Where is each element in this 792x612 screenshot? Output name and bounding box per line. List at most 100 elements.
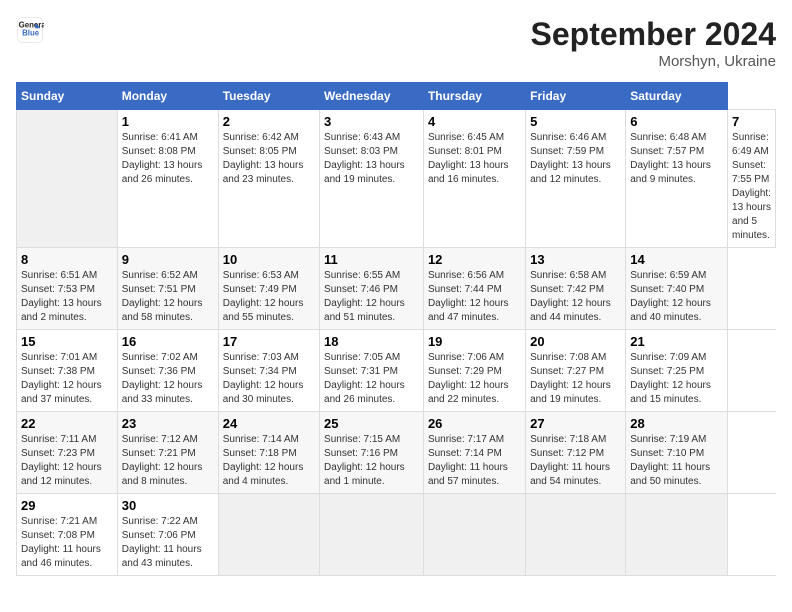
calendar-day-cell: 19 Sunrise: 7:06 AMSunset: 7:29 PMDayligh… [423, 330, 525, 412]
day-number: 9 [122, 252, 214, 267]
calendar-day-cell: 5Sunrise: 6:46 AMSunset: 7:59 PMDaylight… [526, 110, 626, 248]
calendar-week-row: 8 Sunrise: 6:51 AMSunset: 7:53 PMDaylight… [17, 248, 776, 330]
day-number: 2 [223, 114, 315, 129]
calendar-week-row: 1 Sunrise: 6:41 AMSunset: 8:08 PMDaylight… [17, 110, 776, 248]
calendar-day-cell [626, 494, 728, 576]
day-info: Sunrise: 6:53 AMSunset: 7:49 PMDaylight:… [223, 269, 315, 325]
page-header: General Blue September 2024 Morshyn, Ukr… [16, 16, 776, 70]
day-info: Sunrise: 6:42 AMSunset: 8:05 PMDaylight:… [223, 131, 315, 187]
calendar-day-cell: 13 Sunrise: 6:58 AMSunset: 7:42 PMDayligh… [526, 248, 626, 330]
calendar-day-cell: 6 Sunrise: 6:48 AMSunset: 7:57 PMDaylight… [626, 110, 728, 248]
calendar-day-cell: 27 Sunrise: 7:18 AMSunset: 7:12 PMDayligh… [526, 412, 626, 494]
day-info: Sunrise: 6:55 AMSunset: 7:46 PMDaylight:… [324, 269, 419, 325]
logo: General Blue [16, 16, 44, 44]
calendar-day-cell: 14Sunrise: 6:59 AMSunset: 7:40 PMDayligh… [626, 248, 728, 330]
title-block: September 2024 Morshyn, Ukraine [531, 16, 776, 70]
day-info: Sunrise: 6:51 AMSunset: 7:53 PMDaylight:… [21, 269, 113, 325]
calendar-day-cell [218, 494, 319, 576]
day-number: 13 [530, 252, 621, 267]
day-number: 18 [324, 334, 419, 349]
day-info: Sunrise: 6:56 AMSunset: 7:44 PMDaylight:… [428, 269, 521, 325]
calendar-day-cell: 25Sunrise: 7:15 AMSunset: 7:16 PMDayligh… [320, 412, 424, 494]
calendar-week-row: 22Sunrise: 7:11 AMSunset: 7:23 PMDayligh… [17, 412, 776, 494]
day-number: 16 [122, 334, 214, 349]
day-number: 23 [122, 416, 214, 431]
calendar-week-row: 15 Sunrise: 7:01 AMSunset: 7:38 PMDayligh… [17, 330, 776, 412]
calendar-day-cell [320, 494, 424, 576]
day-info: Sunrise: 6:49 AMSunset: 7:55 PMDaylight:… [732, 131, 771, 243]
logo-icon: General Blue [16, 16, 44, 44]
day-number: 10 [223, 252, 315, 267]
day-number: 24 [223, 416, 315, 431]
header-monday: Monday [117, 83, 218, 110]
calendar-table: SundayMondayTuesdayWednesdayThursdayFrid… [16, 82, 776, 576]
day-number: 17 [223, 334, 315, 349]
day-info: Sunrise: 6:58 AMSunset: 7:42 PMDaylight:… [530, 269, 621, 325]
day-number: 26 [428, 416, 521, 431]
day-info: Sunrise: 7:14 AMSunset: 7:18 PMDaylight:… [223, 433, 315, 489]
calendar-day-cell: 20 Sunrise: 7:08 AMSunset: 7:27 PMDayligh… [526, 330, 626, 412]
month-title: September 2024 [531, 16, 776, 53]
day-number: 19 [428, 334, 521, 349]
day-number: 21 [630, 334, 723, 349]
calendar-day-cell: 10 Sunrise: 6:53 AMSunset: 7:49 PMDayligh… [218, 248, 319, 330]
calendar-day-cell: 21Sunrise: 7:09 AMSunset: 7:25 PMDayligh… [626, 330, 728, 412]
day-info: Sunrise: 7:15 AMSunset: 7:16 PMDaylight:… [324, 433, 419, 489]
calendar-day-cell: 29 Sunrise: 7:21 AMSunset: 7:08 PMDayligh… [17, 494, 118, 576]
day-number: 22 [21, 416, 113, 431]
calendar-week-row: 29 Sunrise: 7:21 AMSunset: 7:08 PMDayligh… [17, 494, 776, 576]
day-number: 6 [630, 114, 723, 129]
calendar-day-cell: 17 Sunrise: 7:03 AMSunset: 7:34 PMDayligh… [218, 330, 319, 412]
day-info: Sunrise: 7:01 AMSunset: 7:38 PMDaylight:… [21, 351, 113, 407]
day-number: 27 [530, 416, 621, 431]
day-number: 7 [732, 114, 771, 129]
calendar-day-cell: 11 Sunrise: 6:55 AMSunset: 7:46 PMDayligh… [320, 248, 424, 330]
calendar-day-cell: 12 Sunrise: 6:56 AMSunset: 7:44 PMDayligh… [423, 248, 525, 330]
day-number: 4 [428, 114, 521, 129]
day-info: Sunrise: 7:21 AMSunset: 7:08 PMDaylight:… [21, 515, 113, 571]
day-info: Sunrise: 6:45 AMSunset: 8:01 PMDaylight:… [428, 131, 521, 187]
day-number: 30 [122, 498, 214, 513]
calendar-day-cell: 26 Sunrise: 7:17 AMSunset: 7:14 PMDayligh… [423, 412, 525, 494]
day-number: 29 [21, 498, 113, 513]
day-info: Sunrise: 6:41 AMSunset: 8:08 PMDaylight:… [122, 131, 214, 187]
day-number: 14 [630, 252, 723, 267]
calendar-day-cell: 2 Sunrise: 6:42 AMSunset: 8:05 PMDaylight… [218, 110, 319, 248]
calendar-day-cell: 28Sunrise: 7:19 AMSunset: 7:10 PMDayligh… [626, 412, 728, 494]
day-info: Sunrise: 6:46 AMSunset: 7:59 PMDaylight:… [530, 131, 621, 187]
day-number: 15 [21, 334, 113, 349]
day-info: Sunrise: 6:48 AMSunset: 7:57 PMDaylight:… [630, 131, 723, 187]
day-info: Sunrise: 7:06 AMSunset: 7:29 PMDaylight:… [428, 351, 521, 407]
calendar-header-row: SundayMondayTuesdayWednesdayThursdayFrid… [17, 83, 776, 110]
calendar-day-cell [526, 494, 626, 576]
day-number: 3 [324, 114, 419, 129]
calendar-day-cell: 4 Sunrise: 6:45 AMSunset: 8:01 PMDaylight… [423, 110, 525, 248]
day-info: Sunrise: 7:12 AMSunset: 7:21 PMDaylight:… [122, 433, 214, 489]
location-subtitle: Morshyn, Ukraine [531, 53, 776, 70]
day-info: Sunrise: 7:18 AMSunset: 7:12 PMDaylight:… [530, 433, 621, 489]
header-tuesday: Tuesday [218, 83, 319, 110]
day-number: 1 [122, 114, 214, 129]
day-info: Sunrise: 7:05 AMSunset: 7:31 PMDaylight:… [324, 351, 419, 407]
day-info: Sunrise: 7:08 AMSunset: 7:27 PMDaylight:… [530, 351, 621, 407]
day-number: 20 [530, 334, 621, 349]
day-info: Sunrise: 6:43 AMSunset: 8:03 PMDaylight:… [324, 131, 419, 187]
calendar-day-cell: 1 Sunrise: 6:41 AMSunset: 8:08 PMDaylight… [117, 110, 218, 248]
calendar-day-cell: 8 Sunrise: 6:51 AMSunset: 7:53 PMDaylight… [17, 248, 118, 330]
header-wednesday: Wednesday [320, 83, 424, 110]
day-number: 8 [21, 252, 113, 267]
day-number: 12 [428, 252, 521, 267]
day-number: 11 [324, 252, 419, 267]
day-info: Sunrise: 7:03 AMSunset: 7:34 PMDaylight:… [223, 351, 315, 407]
day-info: Sunrise: 6:52 AMSunset: 7:51 PMDaylight:… [122, 269, 214, 325]
day-info: Sunrise: 7:02 AMSunset: 7:36 PMDaylight:… [122, 351, 214, 407]
calendar-day-cell: 15 Sunrise: 7:01 AMSunset: 7:38 PMDayligh… [17, 330, 118, 412]
header-thursday: Thursday [423, 83, 525, 110]
header-sunday: Sunday [17, 83, 118, 110]
calendar-day-cell: 7 Sunrise: 6:49 AMSunset: 7:55 PMDaylight… [728, 110, 776, 248]
calendar-day-cell: 9 Sunrise: 6:52 AMSunset: 7:51 PMDaylight… [117, 248, 218, 330]
calendar-day-cell: 16 Sunrise: 7:02 AMSunset: 7:36 PMDayligh… [117, 330, 218, 412]
day-info: Sunrise: 7:17 AMSunset: 7:14 PMDaylight:… [428, 433, 521, 489]
day-info: Sunrise: 7:19 AMSunset: 7:10 PMDaylight:… [630, 433, 723, 489]
header-saturday: Saturday [626, 83, 728, 110]
